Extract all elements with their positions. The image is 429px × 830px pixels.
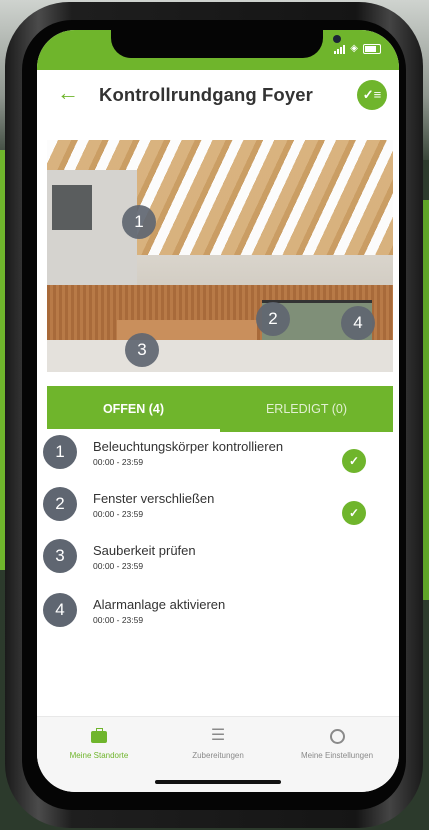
battery-icon (363, 44, 381, 54)
checklist-icon: ☰ (210, 727, 226, 744)
active-tab-indicator (47, 429, 220, 432)
done-check-icon[interactable]: ✓ (342, 501, 366, 525)
tab-erledigt[interactable]: ERLEDIGT (0) (220, 386, 393, 432)
photo-window (52, 185, 92, 230)
task-number: 3 (43, 539, 77, 573)
back-arrow-icon[interactable]: ← (57, 82, 79, 104)
wifi-icon: ◈ (350, 43, 358, 54)
photo-marker-1[interactable]: 1 (122, 205, 156, 239)
task-number: 2 (43, 487, 77, 521)
photo-marker-3[interactable]: 3 (125, 333, 159, 367)
tab-bar: OFFEN (4) ERLEDIGT (0) (47, 386, 393, 432)
nav-zubereitungen[interactable]: ☰ Zubereitungen (158, 727, 278, 760)
task-time: 00:00 - 23:59 (93, 509, 144, 519)
home-indicator[interactable] (155, 780, 281, 784)
foyer-photo: 1 2 3 4 (47, 140, 393, 372)
phone-screen: ◈ ← Kontrollrundgang Foyer ✓≡ 1 2 3 4 OF… (37, 30, 399, 792)
status-icons: ◈ (334, 44, 381, 54)
task-time: 00:00 - 23:59 (93, 561, 144, 571)
photo-marker-4[interactable]: 4 (341, 306, 375, 340)
nav-meine-einstellungen[interactable]: Meine Einstellungen (277, 727, 397, 760)
person-icon (277, 727, 397, 745)
task-title: Alarmanlage aktivieren (93, 597, 226, 612)
task-title: Beleuchtungskörper kontrollieren (93, 439, 284, 454)
list-item[interactable]: 4 Alarmanlage aktivieren 00:00 - 23:59 (37, 593, 399, 633)
nav-label: Meine Einstellungen (300, 751, 374, 760)
task-number: 1 (43, 435, 77, 469)
signal-icon (334, 44, 346, 54)
tab-offen[interactable]: OFFEN (4) (47, 386, 220, 432)
task-title: Fenster verschließen (93, 491, 215, 506)
briefcase-icon (39, 727, 159, 745)
photo-floor (47, 340, 393, 372)
nav-label: Meine Standorte (69, 751, 129, 760)
task-time: 00:00 - 23:59 (93, 457, 144, 467)
nav-meine-standorte[interactable]: Meine Standorte (39, 727, 159, 760)
photo-marker-2[interactable]: 2 (256, 302, 290, 336)
task-number: 4 (43, 593, 77, 627)
done-check-icon[interactable]: ✓ (342, 449, 366, 473)
app-bar: ← Kontrollrundgang Foyer ✓≡ (37, 70, 399, 120)
list-item[interactable]: 1 Beleuchtungskörper kontrollieren 00:00… (37, 435, 399, 475)
camera-icon (333, 35, 341, 43)
nav-label: Zubereitungen (192, 751, 244, 760)
status-bar: ◈ (37, 30, 399, 70)
notch (111, 30, 341, 58)
list-item[interactable]: 3 Sauberkeit prüfen 00:00 - 23:59 (37, 539, 399, 579)
page-title: Kontrollrundgang Foyer (99, 84, 313, 105)
list-item[interactable]: 2 Fenster verschließen 00:00 - 23:59 ✓ (37, 487, 399, 527)
task-title: Sauberkeit prüfen (93, 543, 196, 558)
task-time: 00:00 - 23:59 (93, 615, 144, 625)
checklist-button[interactable]: ✓≡ (357, 80, 387, 110)
